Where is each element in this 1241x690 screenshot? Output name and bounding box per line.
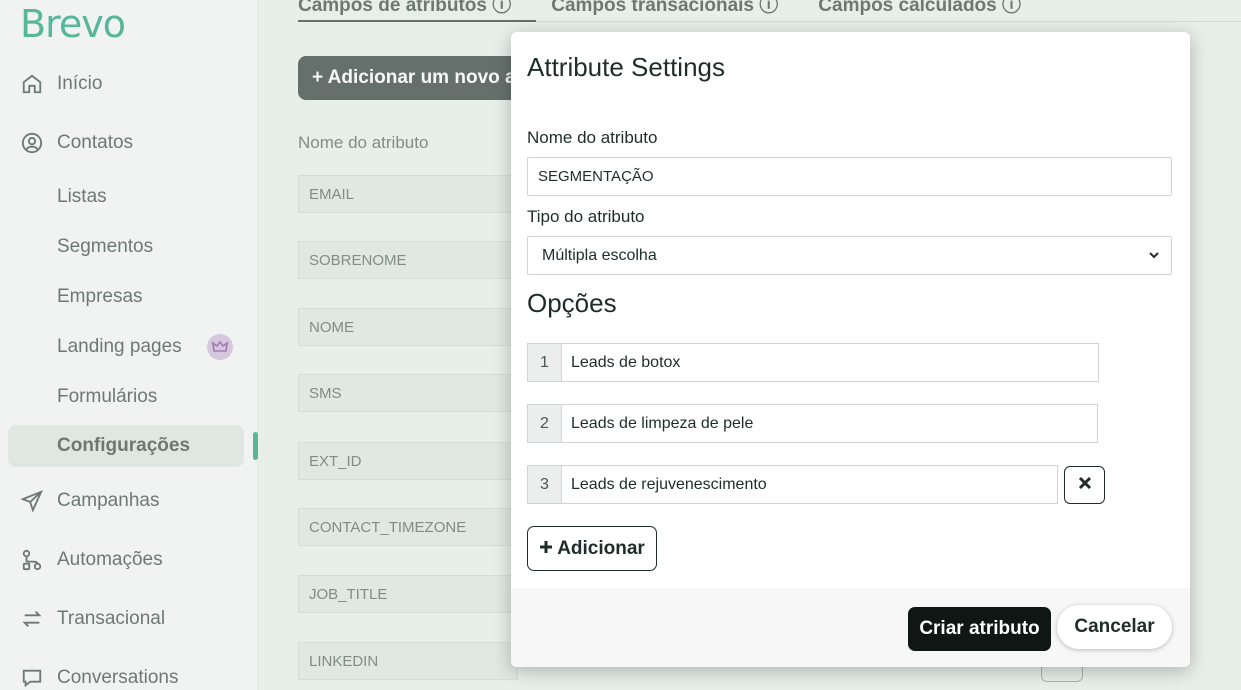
attribute-type-select[interactable]: Múltipla escolha xyxy=(527,236,1172,275)
option-number: 3 xyxy=(527,465,561,504)
modal-title: Attribute Settings xyxy=(527,52,725,82)
attribute-type-label: Tipo do atributo xyxy=(527,207,645,226)
chevron-down-icon xyxy=(1147,248,1161,267)
attribute-name-label: Nome do atributo xyxy=(527,128,658,147)
add-option-button[interactable]: Adicionar xyxy=(527,526,657,571)
options-heading: Opções xyxy=(527,288,617,318)
remove-option-button[interactable] xyxy=(1064,466,1105,504)
option-input[interactable]: Leads de rejuvenescimento xyxy=(561,465,1058,504)
close-icon xyxy=(1078,476,1092,495)
plus-icon xyxy=(539,538,553,560)
option-number: 1 xyxy=(527,343,561,382)
option-input[interactable]: Leads de limpeza de pele xyxy=(561,404,1098,443)
attribute-settings-modal: Attribute Settings Nome do atributo SEGM… xyxy=(511,32,1190,667)
attribute-name-input[interactable]: SEGMENTAÇÃO xyxy=(527,157,1172,196)
option-input[interactable]: Leads de botox xyxy=(561,343,1099,382)
option-row: 2 Leads de limpeza de pele xyxy=(527,404,1098,443)
cancel-button[interactable]: Cancelar xyxy=(1057,605,1172,649)
attribute-type-value: Múltipla escolha xyxy=(542,247,657,264)
option-number: 2 xyxy=(527,404,561,443)
add-option-label: Adicionar xyxy=(557,537,645,559)
option-row: 3 Leads de rejuvenescimento xyxy=(527,465,1058,504)
create-attribute-button[interactable]: Criar atributo xyxy=(908,607,1051,651)
option-row: 1 Leads de botox xyxy=(527,343,1099,382)
